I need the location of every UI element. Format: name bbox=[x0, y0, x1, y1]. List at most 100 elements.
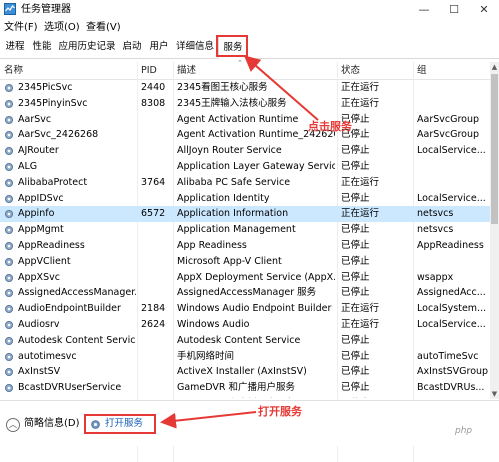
service-gear-icon bbox=[5, 210, 13, 219]
service-status: 已停止 bbox=[341, 334, 370, 346]
service-status: 已停止 bbox=[341, 366, 370, 378]
service-status: 正在运行 bbox=[341, 319, 380, 330]
service-status: 正在运行 bbox=[341, 97, 380, 109]
service-gear-icon bbox=[5, 226, 13, 235]
column-status[interactable]: 状态 bbox=[341, 62, 360, 79]
service-row[interactable]: 2345PicSvc 2440 2345看图王核心服务 正在运行 bbox=[0, 80, 490, 96]
menu-bar: 文件(F) 选项(O) 查看(V) bbox=[0, 20, 499, 35]
service-pid: 2184 bbox=[141, 303, 166, 315]
maximize-button[interactable]: ☐ bbox=[439, 0, 469, 20]
service-description: Alibaba PC Safe Service bbox=[177, 176, 291, 188]
service-name: AlibabaProtect bbox=[18, 176, 88, 188]
service-row[interactable]: 2345PinyinSvc 8308 2345王牌输入法核心服务 正在运行 bbox=[0, 96, 490, 112]
service-description: Windows Audio bbox=[177, 319, 250, 330]
service-status: 已停止 bbox=[341, 161, 370, 172]
service-status: 已停止 bbox=[341, 287, 370, 299]
service-gear-icon bbox=[5, 147, 13, 156]
tab-details[interactable]: 详细信息 bbox=[173, 36, 217, 58]
service-status: 已停止 bbox=[341, 255, 370, 267]
service-group: AssignedAcc... bbox=[417, 287, 486, 299]
service-status: 已停止 bbox=[341, 382, 370, 394]
service-group: AppReadiness bbox=[417, 240, 484, 251]
close-button[interactable]: ✕ bbox=[469, 0, 499, 20]
menu-file[interactable]: 文件(F) bbox=[4, 20, 38, 35]
service-group: LocalService... bbox=[417, 319, 486, 330]
open-services-link[interactable]: 打开服务 bbox=[105, 416, 143, 432]
service-status: 已停止 bbox=[341, 240, 370, 251]
service-name: Autodesk Content Service bbox=[18, 334, 136, 346]
service-description: AssignedAccessManager 服务 bbox=[177, 287, 317, 299]
service-row[interactable]: AppMgmt Application Management 已停止 netsvcs bbox=[0, 222, 490, 238]
service-description: Autodesk Content Service bbox=[177, 334, 301, 346]
column-group[interactable]: 组 bbox=[417, 62, 427, 79]
scroll-up-icon[interactable]: ▲ bbox=[490, 62, 499, 72]
service-gear-icon bbox=[5, 178, 13, 187]
title-bar: 任务管理器 — ☐ ✕ bbox=[0, 0, 499, 20]
service-row[interactable]: AssignedAccessManager... AssignedAccessMa… bbox=[0, 285, 490, 301]
service-pid: 2624 bbox=[141, 319, 166, 330]
column-description[interactable]: 描述 bbox=[177, 62, 196, 79]
annotation-click-services: 点击服务 bbox=[308, 120, 352, 133]
vertical-scrollbar[interactable]: ▲ ▼ bbox=[490, 62, 499, 399]
service-row[interactable]: AarSvc_2426268 Agent Activation Runtime_2… bbox=[0, 127, 490, 143]
service-row[interactable]: Appinfo 6572 Application Information 正在运行 ne… bbox=[0, 206, 490, 223]
column-name[interactable]: 名称 bbox=[4, 62, 23, 79]
service-description: App Readiness bbox=[177, 240, 247, 251]
service-status: 正在运行 bbox=[341, 208, 380, 220]
service-row[interactable]: ALG Application Layer Gateway Service 已停止 bbox=[0, 159, 490, 175]
service-row[interactable]: AppXSvc AppX Deployment Service (AppX... 已… bbox=[0, 270, 490, 286]
service-group: LocalService... bbox=[417, 145, 486, 157]
service-row[interactable]: AJRouter AllJoyn Router Service 已停止 LocalSe… bbox=[0, 143, 490, 159]
service-description: Microsoft App-V Client bbox=[177, 255, 282, 267]
scroll-down-icon[interactable]: ▼ bbox=[490, 389, 499, 399]
service-row[interactable]: autotimesvc 手机网络时间 已停止 autoTimeSvc bbox=[0, 349, 490, 365]
service-group: AxInstSVGroup bbox=[417, 366, 489, 378]
menu-view[interactable]: 查看(V) bbox=[86, 20, 121, 35]
service-group: AarSvcGroup bbox=[417, 129, 480, 141]
service-row[interactable]: BcastDVRUserService_24... GameDVR 和广播用户服务… bbox=[0, 396, 490, 398]
services-tab-highlight bbox=[216, 35, 248, 57]
service-name: AudioEndpointBuilder bbox=[18, 303, 121, 315]
service-description: 2345看图王核心服务 bbox=[177, 82, 268, 93]
service-name: Appinfo bbox=[18, 208, 55, 220]
service-gear-icon bbox=[5, 305, 13, 314]
service-name: Audiosrv bbox=[18, 319, 60, 330]
service-row[interactable]: AppReadiness App Readiness 已停止 AppReadiness bbox=[0, 238, 490, 254]
tab-users[interactable]: 用户 bbox=[146, 36, 172, 58]
tab-performance[interactable]: 性能 bbox=[29, 36, 55, 58]
service-row[interactable]: AppIDSvc Application Identity 已停止 LocalServ… bbox=[0, 191, 490, 207]
service-name: ALG bbox=[18, 161, 38, 172]
tab-startup[interactable]: 启动 bbox=[119, 36, 145, 58]
service-pid: 6572 bbox=[141, 208, 166, 220]
service-description: 手机网络时间 bbox=[177, 350, 235, 362]
less-details-link[interactable]: 简略信息(D) bbox=[24, 416, 80, 432]
task-manager-icon bbox=[4, 3, 16, 15]
service-description: Application Identity bbox=[177, 192, 270, 204]
service-row[interactable]: AarSvc Agent Activation Runtime 已停止 AarSvcG… bbox=[0, 112, 490, 128]
watermark: php bbox=[455, 426, 473, 436]
service-description: Application Layer Gateway Service bbox=[177, 161, 335, 172]
service-row[interactable]: BcastDVRUserService GameDVR 和广播用户服务 已停止 Bca… bbox=[0, 380, 490, 396]
minimize-button[interactable]: — bbox=[409, 0, 439, 20]
menu-options[interactable]: 选项(O) bbox=[44, 20, 80, 35]
tab-processes[interactable]: 进程 bbox=[2, 36, 28, 58]
service-row[interactable]: AxInstSV ActiveX Installer (AxInstSV) 已停止 A… bbox=[0, 364, 490, 380]
service-row[interactable]: AppVClient Microsoft App-V Client 已停止 bbox=[0, 254, 490, 270]
service-gear-icon bbox=[5, 352, 13, 361]
column-pid[interactable]: PID bbox=[141, 62, 157, 79]
service-status: 正在运行 bbox=[341, 82, 380, 93]
services-list: 2345PicSvc 2440 2345看图王核心服务 正在运行 2345PinyinS… bbox=[0, 80, 490, 398]
open-services-highlight: 打开服务 bbox=[84, 414, 156, 434]
service-description: AppX Deployment Service (AppX... bbox=[177, 271, 335, 283]
service-row[interactable]: AlibabaProtect 3764 Alibaba PC Safe Servic… bbox=[0, 175, 490, 191]
service-pid: 2440 bbox=[141, 82, 166, 93]
service-name: AxInstSV bbox=[18, 366, 61, 378]
scroll-thumb[interactable] bbox=[491, 74, 498, 224]
service-row[interactable]: Autodesk Content Service Autodesk Content… bbox=[0, 333, 490, 349]
tab-app-history[interactable]: 应用历史记录 bbox=[56, 36, 118, 58]
service-row[interactable]: AudioEndpointBuilder 2184 Windows Audio En… bbox=[0, 301, 490, 317]
service-row[interactable]: Audiosrv 2624 Windows Audio 正在运行 LocalServic… bbox=[0, 317, 490, 333]
service-name: AppVClient bbox=[18, 255, 71, 267]
service-group: AarSvcGroup bbox=[417, 113, 480, 125]
collapse-up-icon[interactable]: ︿ bbox=[6, 418, 20, 432]
